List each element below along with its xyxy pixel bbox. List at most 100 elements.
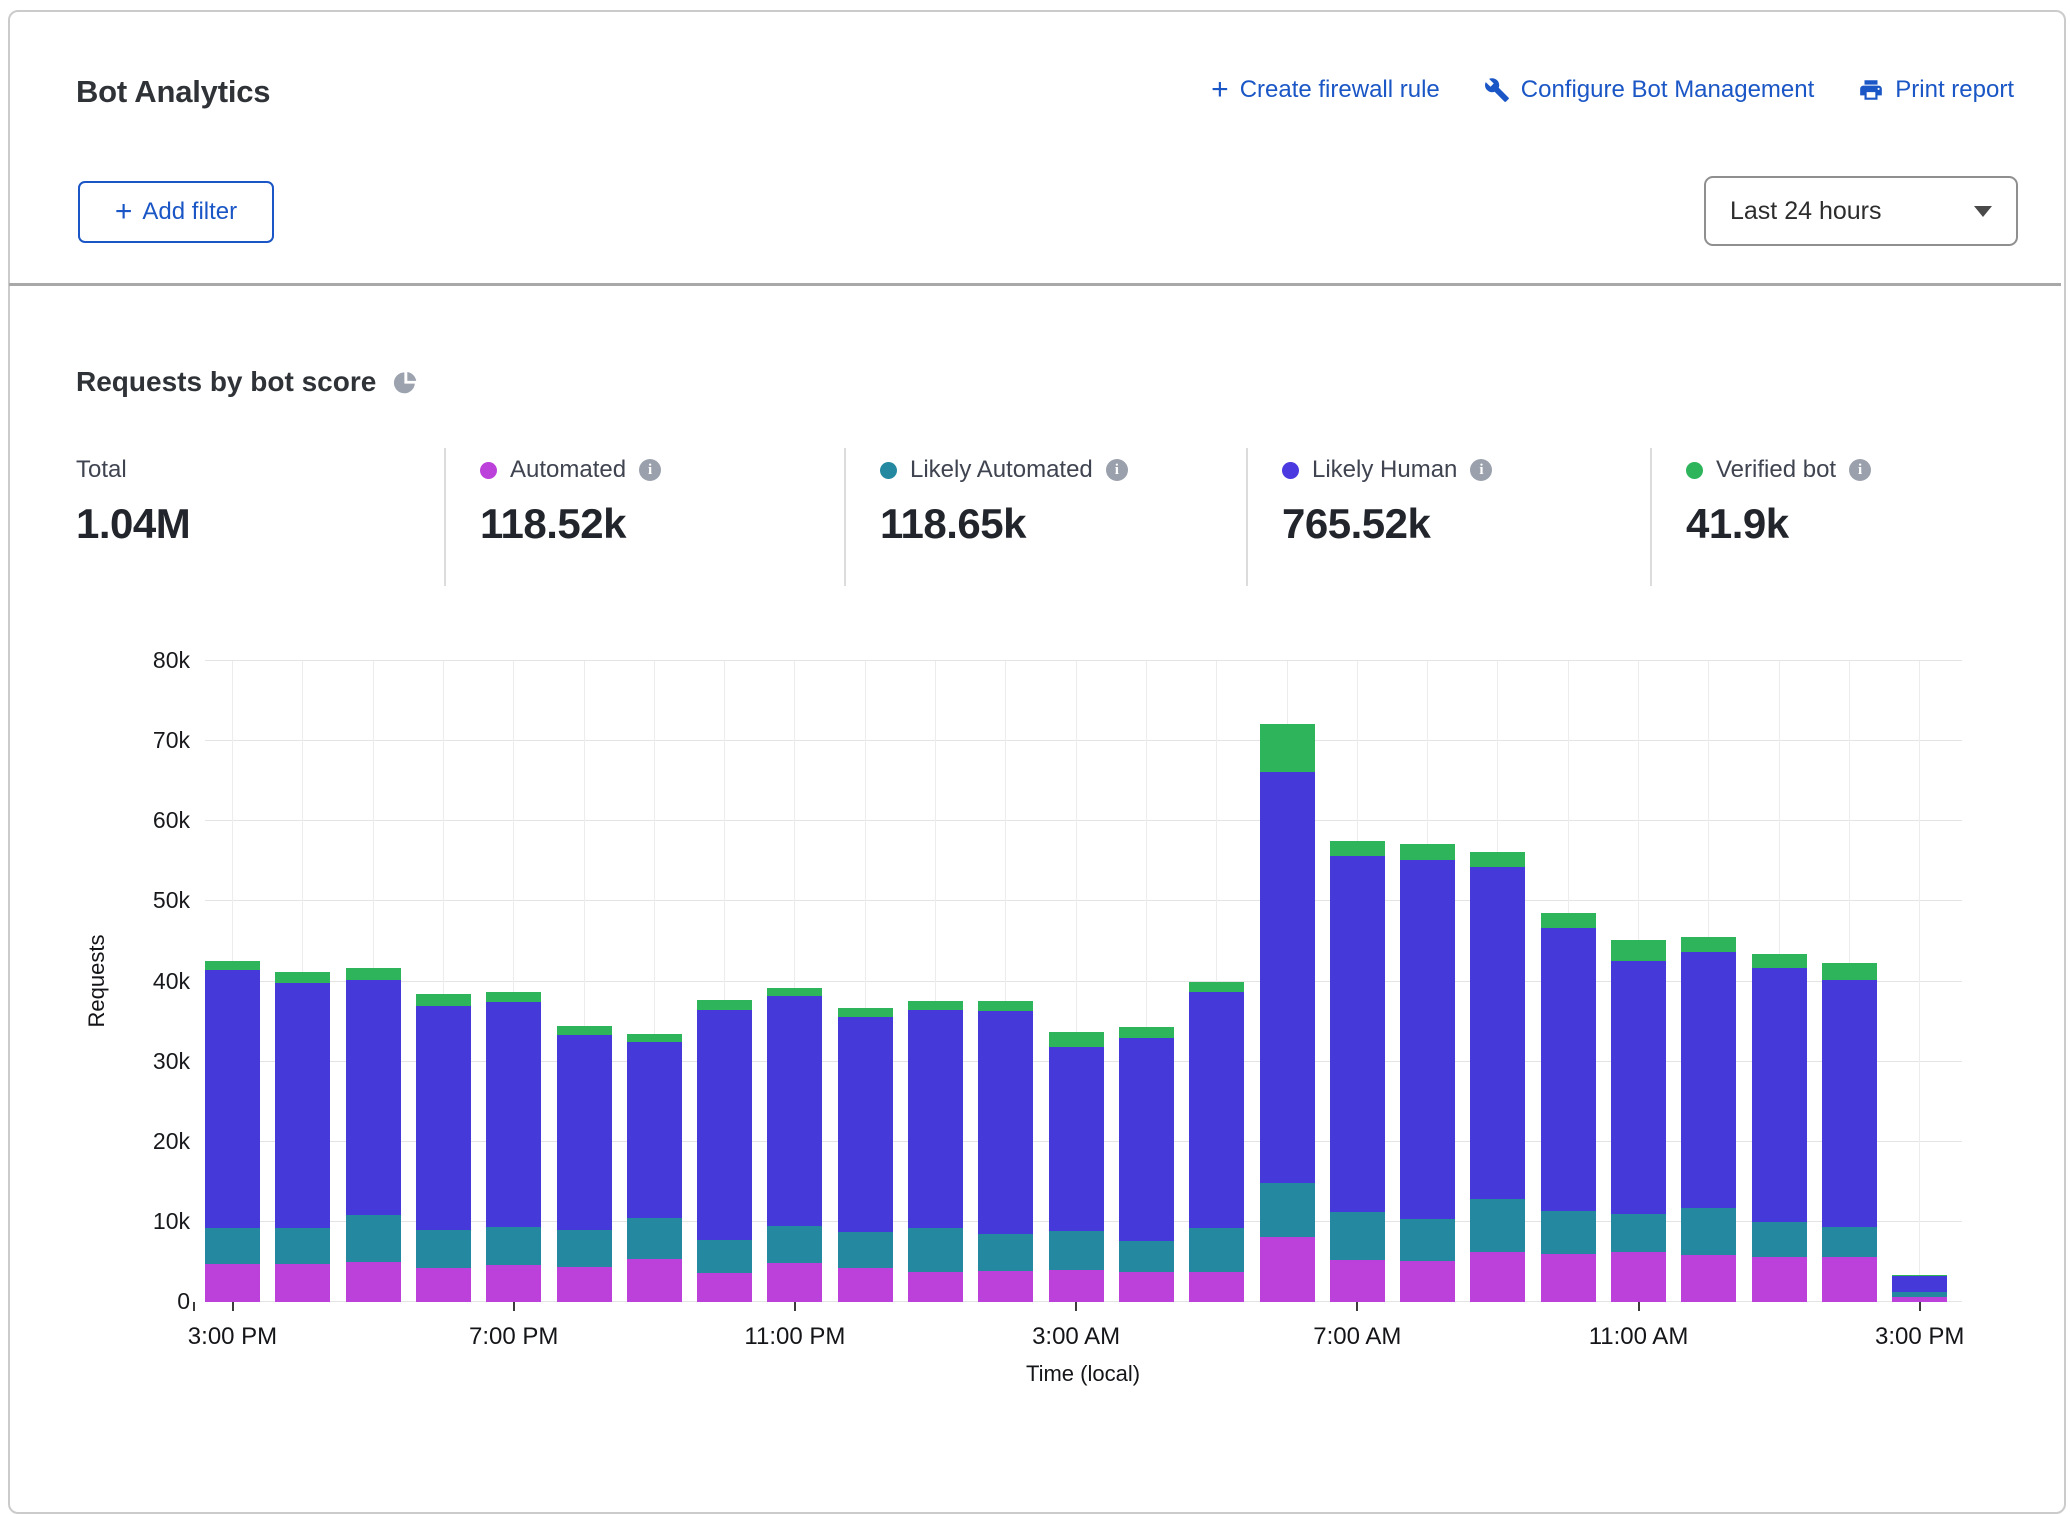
bar-segment-likely-human — [1892, 1276, 1947, 1293]
x-tick-mark — [513, 1302, 515, 1311]
bar-segment-likely-human — [205, 970, 260, 1228]
h-gridline — [205, 900, 1962, 901]
bar-1-00-am[interactable] — [908, 1001, 963, 1302]
bar-11-00-pm[interactable] — [767, 988, 822, 1302]
x-tick-mark — [1919, 1302, 1921, 1311]
bar-5-00-pm[interactable] — [346, 968, 401, 1302]
bar-segment-automated — [697, 1273, 752, 1302]
info-icon[interactable]: i — [639, 459, 661, 481]
bar-segment-automated — [1470, 1252, 1525, 1303]
bar-7-00-pm[interactable] — [486, 992, 541, 1302]
bar-segment-likely-human — [346, 980, 401, 1215]
bar-11-00-am[interactable] — [1611, 940, 1666, 1302]
bar-segment-likely-automated — [838, 1232, 893, 1268]
bar-segment-automated — [838, 1268, 893, 1302]
bar-segment-automated — [978, 1271, 1033, 1302]
bar-segment-likely-human — [1611, 961, 1666, 1213]
action-link-configure-bot-management[interactable]: Configure Bot Management — [1484, 76, 1815, 104]
bar-segment-verified-bot — [416, 994, 471, 1005]
bar-segment-likely-human — [416, 1006, 471, 1230]
bar-segment-automated — [1330, 1260, 1385, 1302]
bar-segment-likely-automated — [1330, 1212, 1385, 1260]
bar-segment-verified-bot — [1330, 841, 1385, 855]
info-icon[interactable]: i — [1470, 459, 1492, 481]
bar-9-00-am[interactable] — [1470, 852, 1525, 1302]
h-gridline — [205, 820, 1962, 821]
bar-segment-likely-human — [1470, 867, 1525, 1200]
bar-3-00-pm[interactable] — [205, 961, 260, 1302]
y-tick-label: 60k — [90, 807, 190, 834]
bar-segment-likely-automated — [697, 1240, 752, 1274]
bar-segment-likely-human — [275, 983, 330, 1228]
bar-8-00-am[interactable] — [1400, 844, 1455, 1302]
h-gridline — [205, 660, 1962, 661]
bar-2-00-pm[interactable] — [1822, 963, 1877, 1302]
bar-4-00-pm[interactable] — [275, 972, 330, 1302]
section-title-text: Requests by bot score — [76, 366, 376, 398]
bar-segment-automated — [1611, 1252, 1666, 1302]
add-filter-label: Add filter — [142, 198, 237, 226]
bar-3-00-pm[interactable] — [1892, 1275, 1947, 1302]
bar-segment-verified-bot — [205, 961, 260, 971]
bar-segment-automated — [1119, 1272, 1174, 1302]
stat-label: Likely Automated — [910, 456, 1093, 484]
bar-segment-likely-human — [978, 1011, 1033, 1234]
bar-segment-likely-automated — [978, 1234, 1033, 1271]
header-divider — [9, 283, 2061, 286]
y-tick-label: 40k — [90, 968, 190, 995]
bar-segment-automated — [205, 1264, 260, 1302]
bar-1-00-pm[interactable] — [1752, 954, 1807, 1302]
x-tick-mark — [794, 1302, 796, 1311]
bar-10-00-am[interactable] — [1541, 913, 1596, 1302]
bar-9-00-pm[interactable] — [627, 1034, 682, 1302]
bar-12-00-am[interactable] — [838, 1008, 893, 1302]
bar-segment-verified-bot — [1541, 913, 1596, 928]
add-filter-button[interactable]: + Add filter — [78, 181, 274, 243]
bar-segment-automated — [275, 1264, 330, 1303]
x-tick-label: 7:00 PM — [424, 1323, 604, 1351]
bar-segment-likely-automated — [1470, 1199, 1525, 1251]
bar-12-00-pm[interactable] — [1681, 937, 1736, 1302]
bar-8-00-pm[interactable] — [557, 1026, 612, 1302]
stat-label: Likely Human — [1312, 456, 1457, 484]
bar-segment-verified-bot — [1260, 724, 1315, 772]
bar-segment-automated — [1681, 1255, 1736, 1302]
page-title: Bot Analytics — [76, 74, 270, 110]
bar-6-00-am[interactable] — [1260, 724, 1315, 1302]
bar-6-00-pm[interactable] — [416, 994, 471, 1302]
action-link-print-report[interactable]: Print report — [1858, 76, 2014, 104]
bar-segment-verified-bot — [1119, 1027, 1174, 1038]
bar-7-00-am[interactable] — [1330, 841, 1385, 1302]
stat-automated: Automatedi118.52k — [444, 448, 844, 586]
bar-segment-likely-human — [697, 1010, 752, 1240]
action-link-label: Print report — [1895, 76, 2014, 104]
bar-10-00-pm[interactable] — [697, 1000, 752, 1302]
bar-segment-likely-automated — [1189, 1228, 1244, 1271]
bar-3-00-am[interactable] — [1049, 1032, 1104, 1302]
bar-5-00-am[interactable] — [1189, 982, 1244, 1302]
header-actions: +Create firewall rule Configure Bot Manag… — [1211, 76, 2014, 104]
bar-segment-likely-human — [767, 996, 822, 1226]
x-tick-label: 11:00 PM — [705, 1323, 885, 1351]
bar-2-00-am[interactable] — [978, 1001, 1033, 1302]
bar-segment-likely-automated — [1681, 1208, 1736, 1255]
bar-segment-likely-human — [1681, 952, 1736, 1208]
action-link-create-firewall-rule[interactable]: +Create firewall rule — [1211, 76, 1440, 104]
info-icon[interactable]: i — [1849, 459, 1871, 481]
bar-segment-automated — [767, 1263, 822, 1302]
time-range-select[interactable]: Last 24 hours — [1704, 176, 2018, 246]
stat-value: 765.52k — [1282, 500, 1650, 548]
time-range-value: Last 24 hours — [1730, 197, 1882, 226]
bar-segment-likely-automated — [1611, 1214, 1666, 1253]
x-tick-label: 11:00 AM — [1549, 1323, 1729, 1351]
bar-segment-verified-bot — [1611, 940, 1666, 962]
y-tick-label: 70k — [90, 727, 190, 754]
info-icon[interactable]: i — [1106, 459, 1128, 481]
x-axis-title: Time (local) — [993, 1361, 1173, 1387]
bar-segment-verified-bot — [838, 1008, 893, 1017]
chevron-down-icon — [1974, 206, 1992, 217]
legend-dot-icon — [1282, 462, 1299, 479]
bar-segment-likely-human — [1400, 860, 1455, 1218]
y-tick-label: 80k — [90, 647, 190, 674]
bar-4-00-am[interactable] — [1119, 1027, 1174, 1302]
